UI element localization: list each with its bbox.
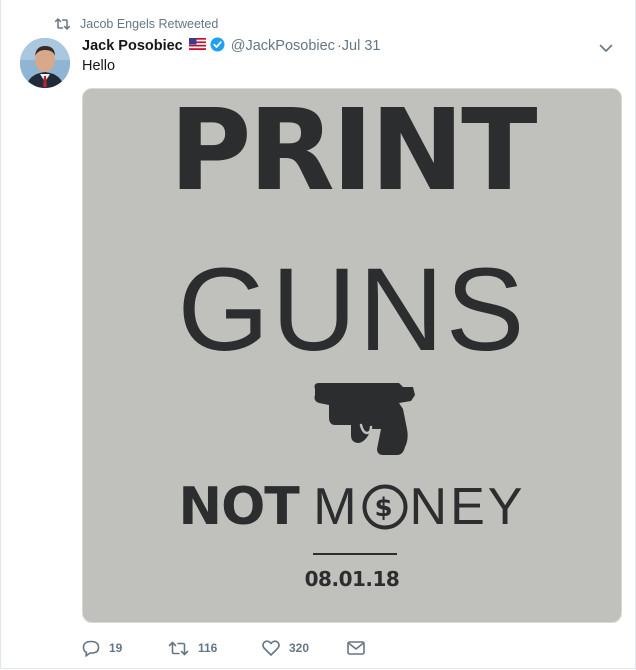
author-handle[interactable]: @JackPosobiec (231, 38, 335, 54)
tweet-media-image[interactable]: PRINT GUNS NOT M $ NEY 08.01.18 (82, 88, 622, 623)
reply-count: 19 (109, 641, 123, 655)
poster-slogan: NOT M $ NEY (83, 481, 621, 539)
pistol-icon (314, 383, 415, 455)
author-name[interactable]: Jack Posobiec (82, 38, 183, 54)
slogan-not: NOT (178, 477, 300, 537)
retweet-icon (55, 18, 70, 30)
reply-icon (82, 640, 100, 657)
avatar[interactable] (20, 38, 70, 88)
us-flag-icon (188, 38, 206, 54)
slogan-ney: NEY (409, 478, 526, 536)
retweet-label: Jacob Engels Retweeted (80, 17, 219, 31)
tweet-timestamp[interactable]: Jul 31 (342, 38, 381, 54)
retweet-count: 116 (198, 641, 218, 655)
tweet-header: Jack Posobiec @JackPosobiec · Jul 31 (82, 36, 615, 56)
retweet-context[interactable]: Jacob Engels Retweeted (55, 15, 218, 33)
envelope-icon (347, 641, 365, 655)
avatar-image (20, 38, 70, 88)
poster-subheadline: GUNS (177, 244, 527, 376)
tweet-text: Hello (82, 58, 116, 74)
like-count: 320 (289, 641, 310, 655)
reply-button[interactable]: 19 (82, 640, 168, 657)
slogan-m: M (313, 478, 360, 536)
retweet-icon (168, 641, 189, 655)
poster-headline: PRINT (169, 88, 537, 216)
verified-badge-icon (210, 37, 225, 56)
chevron-down-icon[interactable] (599, 40, 613, 58)
tweet-card: Jacob Engels Retweeted Jack Posobiec @Ja… (0, 0, 636, 669)
poster-date: 08.01.18 (304, 567, 400, 591)
tweet-actions: 19 116 320 (82, 637, 365, 659)
retweet-button[interactable]: 116 (168, 641, 262, 656)
heart-icon (262, 640, 280, 656)
poster-divider (313, 553, 397, 555)
direct-message-button[interactable] (347, 641, 365, 655)
svg-text:$: $ (374, 493, 395, 523)
dollar-coin-icon: $ (362, 484, 408, 539)
like-button[interactable]: 320 (262, 640, 347, 656)
slogan-money: M $ NEY (313, 478, 525, 536)
